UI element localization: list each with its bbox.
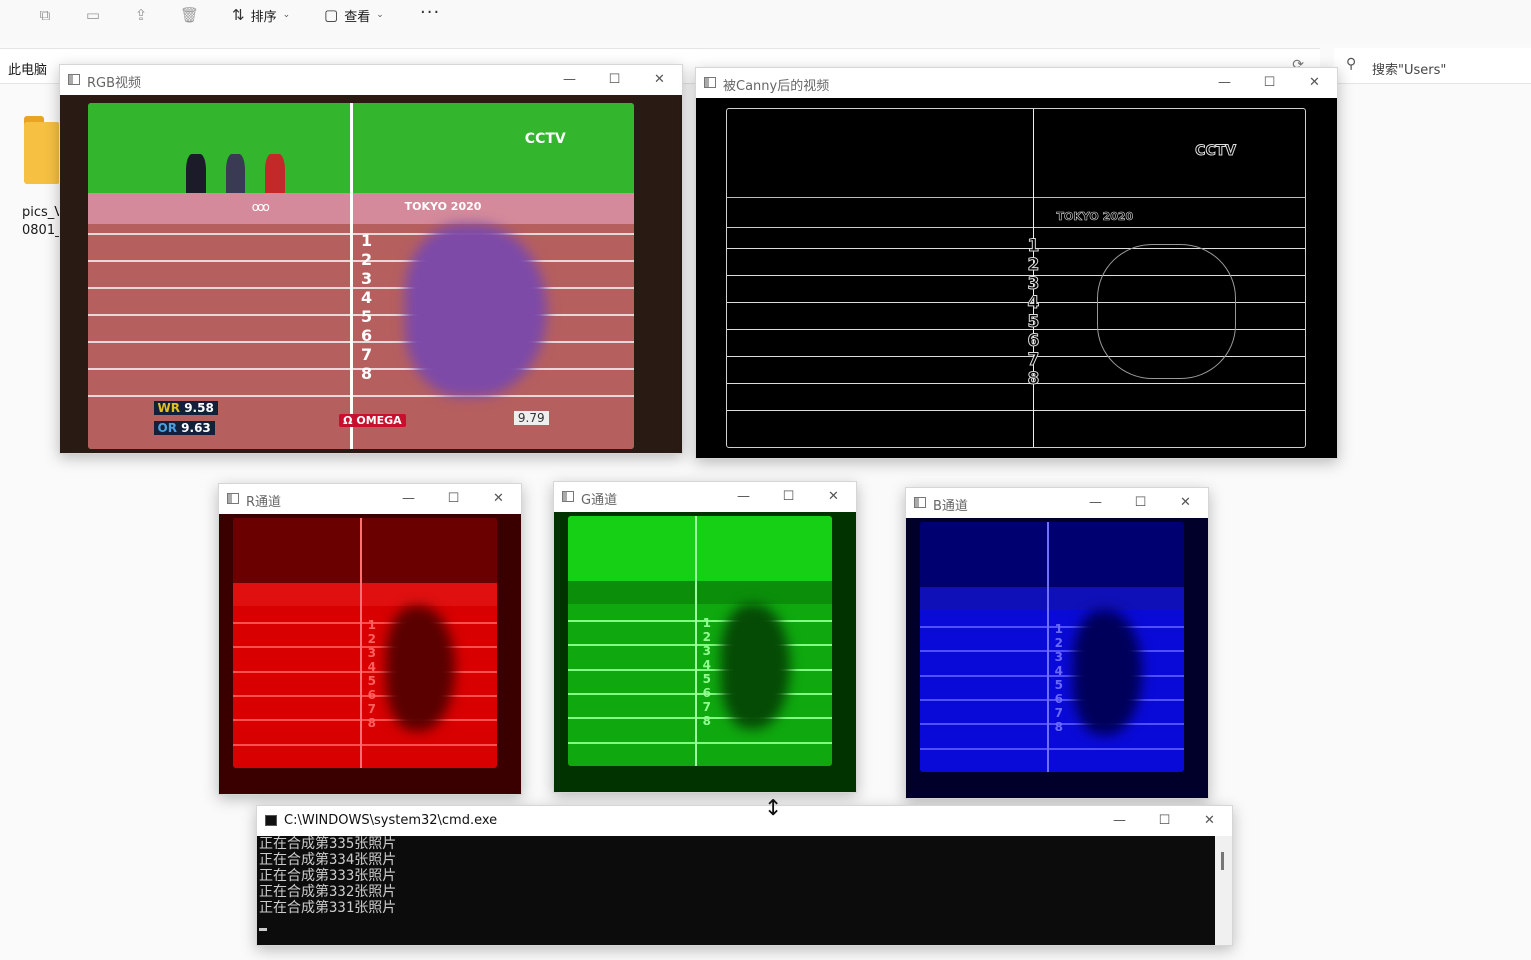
window-icon [914,497,926,508]
view-button[interactable]: ▢ 查看 ⌄ [324,4,384,26]
g-channel-window[interactable]: G通道 — ☐ ✕ 12345678 [553,481,857,793]
lane-numbers: 12345678 [361,231,373,384]
folder-icon[interactable] [24,116,60,186]
close-button[interactable]: ✕ [637,65,682,95]
omega-logo: Ω OMEGA [339,414,406,428]
view-icon: ▢ [324,6,339,24]
edge-lane-numbers: 12345678 [1027,236,1040,390]
titlebar[interactable]: G通道 — ☐ ✕ [554,482,856,512]
titlebar[interactable]: 被Canny后的视频 — ☐ ✕ [696,68,1337,98]
scrollbar-thumb[interactable] [1221,852,1224,870]
sort-button[interactable]: ⇅ 排序 ⌄ [232,4,290,26]
window-icon [227,493,239,504]
titlebar[interactable]: C:\WINDOWS\system32\cmd.exe — ☐ ✕ [257,806,1232,836]
more-options-button[interactable]: ··· [420,2,440,23]
edge-tv-outline: 12345678 CCTV TOKYO 2020 [726,108,1306,448]
wr-badge: WR 9.58 [153,400,218,415]
b-channel-window[interactable]: B通道 — ☐ ✕ 12345678 [905,487,1209,799]
minimize-button[interactable]: — [547,65,592,95]
console-output[interactable]: 正在合成第335张照片 正在合成第334张照片 正在合成第333张照片 正在合成… [257,836,1215,945]
view-label: 查看 [344,9,371,25]
minimize-button[interactable]: — [1097,806,1142,836]
console-line: 正在合成第331张照片 [259,900,397,916]
console-line: 正在合成第332张照片 [259,884,397,900]
rgb-video-window[interactable]: RGB视频 — ☐ ✕ 1 2 3 4 5 6 7 8 CCTV TOKYO 2… [59,64,683,454]
maximize-button[interactable]: ☐ [1118,488,1163,518]
copy-icon[interactable]: ⧉ [36,6,54,24]
rename-icon[interactable]: ▭ [84,6,102,24]
maximize-button[interactable]: ☐ [1247,68,1292,98]
breadcrumb[interactable]: 此电脑 [8,59,47,78]
search-placeholder: 搜索"Users" [1372,63,1447,78]
edge-video-frame: 12345678 CCTV TOKYO 2020 [696,98,1337,458]
cctv-logo: CCTV [524,130,566,147]
timer-label: 9.79 [513,410,549,425]
maximize-button[interactable]: ☐ [431,484,476,514]
or-badge: OR 9.63 [153,421,215,436]
window-icon [704,77,716,88]
video-frame: 12345678 CCTV TOKYO 2020 ooo WR 9.58 OR … [60,95,682,453]
canny-video-window[interactable]: 被Canny后的视频 — ☐ ✕ 12345678 CCTV TOKYO 202… [695,67,1338,459]
window-title: C:\WINDOWS\system32\cmd.exe [284,813,498,828]
close-button[interactable]: ✕ [1187,806,1232,836]
window-title: G通道 [581,493,618,508]
edge-cctv-logo: CCTV [1195,142,1237,159]
olympic-rings: ooo [251,199,270,214]
event-label: TOKYO 2020 [404,199,482,213]
b-tv-screen: 12345678 [920,522,1184,772]
window-title: B通道 [933,499,968,514]
r-lane-numbers: 12345678 [367,618,376,730]
r-channel-frame: 12345678 [219,514,521,794]
scrollbar[interactable] [1215,836,1232,945]
titlebar[interactable]: B通道 — ☐ ✕ [906,488,1208,518]
delete-icon[interactable]: 🗑 [180,6,199,24]
r-channel-window[interactable]: R通道 — ☐ ✕ 12345678 [218,483,522,795]
close-button[interactable]: ✕ [1163,488,1208,518]
r-tv-screen: 12345678 [233,518,497,768]
minimize-button[interactable]: — [1073,488,1118,518]
minimize-button[interactable]: — [721,482,766,512]
sort-icon: ⇅ [232,6,245,24]
chevron-down-icon: ⌄ [376,10,384,20]
window-title: RGB视频 [87,76,142,91]
console-line: 正在合成第333张照片 [259,868,397,884]
titlebar[interactable]: RGB视频 — ☐ ✕ [60,65,682,95]
share-icon[interactable]: ⇪ [132,6,150,24]
minimize-button[interactable]: — [386,484,431,514]
folder-label[interactable]: pics_V 0801_ [22,204,62,240]
close-button[interactable]: ✕ [476,484,521,514]
minimize-button[interactable]: — [1202,68,1247,98]
sort-label: 排序 [250,9,277,25]
resize-cursor-icon: ↕ [764,796,783,821]
g-lane-numbers: 12345678 [702,616,711,728]
text-cursor [259,928,267,931]
window-title: R通道 [246,495,282,510]
window-icon [562,491,574,502]
b-channel-frame: 12345678 [906,518,1208,798]
maximize-button[interactable]: ☐ [1142,806,1187,836]
chevron-down-icon: ⌄ [282,10,291,20]
maximize-button[interactable]: ☐ [592,65,637,95]
titlebar[interactable]: R通道 — ☐ ✕ [219,484,521,514]
search-box[interactable]: ⚲ 搜索"Users" [1334,48,1531,84]
explorer-toolbar: ⧉ ▭ ⇪ 🗑 ⇅ 排序 ⌄ ▢ 查看 ⌄ ··· [0,0,1531,44]
g-tv-screen: 12345678 [568,516,832,766]
window-icon [68,74,80,85]
edge-event-label: TOKYO 2020 [1056,210,1134,224]
console-line: 正在合成第334张照片 [259,852,397,868]
g-channel-frame: 12345678 [554,512,856,792]
b-lane-numbers: 12345678 [1054,622,1063,734]
close-button[interactable]: ✕ [1292,68,1337,98]
window-title: 被Canny后的视频 [723,79,830,94]
cmd-icon [265,815,277,826]
close-button[interactable]: ✕ [811,482,856,512]
tv-screen: 12345678 CCTV TOKYO 2020 ooo WR 9.58 OR … [88,103,634,449]
search-icon: ⚲ [1346,56,1357,72]
cmd-window[interactable]: C:\WINDOWS\system32\cmd.exe — ☐ ✕ 正在合成第3… [256,805,1233,946]
maximize-button[interactable]: ☐ [766,482,811,512]
console-line: 正在合成第335张照片 [259,836,397,852]
